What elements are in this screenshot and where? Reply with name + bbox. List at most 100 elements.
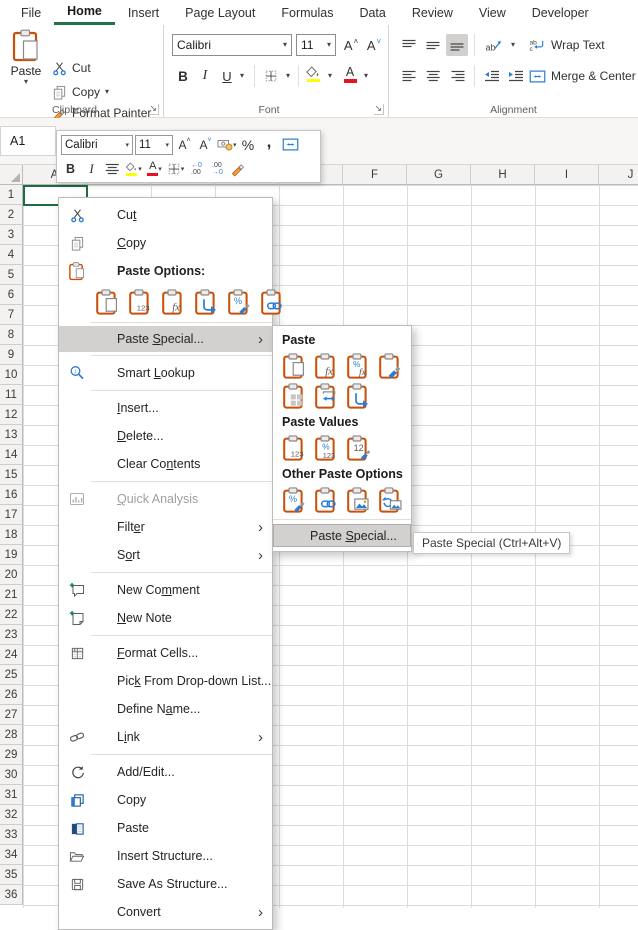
menu-item-paste-special-dialog[interactable]: Paste Special... <box>273 524 411 547</box>
paste-no-borders-button[interactable] <box>282 382 308 410</box>
menu-item-insert[interactable]: Insert... <box>59 394 272 422</box>
menu-item-new-comment[interactable]: New Comment <box>59 576 272 604</box>
row-header-2[interactable]: 2 <box>0 205 23 225</box>
menu-item-paste-options[interactable]: Paste Options: <box>59 257 272 285</box>
font-color-button[interactable]: A <box>340 63 360 85</box>
clipboard-dialog-launcher[interactable]: ↘ <box>149 104 159 115</box>
row-header-27[interactable]: 27 <box>0 705 23 725</box>
menu-item-pick-from-drop-down-list[interactable]: Pick From Drop-down List... <box>59 667 272 695</box>
merge-center-button[interactable] <box>281 135 300 155</box>
paste-values-number-formatting-button[interactable]: %123 <box>314 434 340 462</box>
paste-paste-button[interactable] <box>282 352 308 380</box>
row-header-7[interactable]: 7 <box>0 305 23 325</box>
column-header-I[interactable]: I <box>535 165 599 185</box>
font-name-select[interactable]: Calibri▾ <box>61 135 133 155</box>
row-header-32[interactable]: 32 <box>0 805 23 825</box>
row-header-15[interactable]: 15 <box>0 465 23 485</box>
row-header-21[interactable]: 21 <box>0 585 23 605</box>
row-header-36[interactable]: 36 <box>0 885 23 905</box>
align-right-button[interactable] <box>446 65 468 87</box>
paste-values-button[interactable]: 123 <box>282 434 308 462</box>
paste-linked-picture-button[interactable] <box>378 486 404 514</box>
orientation-menu-arrow[interactable]: ▾ <box>507 34 519 56</box>
paste-values-source-formatting-button[interactable]: 12 <box>346 434 372 462</box>
paste-paste-link-button[interactable] <box>314 486 340 514</box>
menu-item-format-cells[interactable]: Format Cells... <box>59 639 272 667</box>
paste-transpose-button[interactable] <box>346 382 372 410</box>
tab-insert[interactable]: Insert <box>115 0 172 25</box>
menu-item-insert-structure[interactable]: Insert Structure... <box>59 842 272 870</box>
bottom-align-button[interactable] <box>446 34 468 56</box>
wrap-text-button[interactable]: abc Wrap Text <box>529 34 605 56</box>
paste-keep-source-column-widths-button[interactable] <box>314 382 340 410</box>
cut-button[interactable]: Cut <box>52 57 91 79</box>
comma-style-button[interactable]: , <box>260 135 279 155</box>
font-name-select[interactable]: Calibri▾ <box>172 34 292 56</box>
tab-file[interactable]: File <box>8 0 54 25</box>
tab-page-layout[interactable]: Page Layout <box>172 0 268 25</box>
percent-style-button[interactable]: % <box>239 135 258 155</box>
tab-review[interactable]: Review <box>399 0 466 25</box>
fill-color-button[interactable]: ▾ <box>124 159 143 179</box>
decrease-font-size-button[interactable]: A˅ <box>363 34 385 56</box>
paste-formatting-button[interactable]: % <box>282 486 308 514</box>
font-color-button[interactable]: A▾ <box>145 159 164 179</box>
menu-item-new-note[interactable]: New Note <box>59 604 272 632</box>
row-header-28[interactable]: 28 <box>0 725 23 745</box>
paste-option-transpose-button[interactable] <box>195 288 219 316</box>
tab-formulas[interactable]: Formulas <box>268 0 346 25</box>
paste-button[interactable]: Paste ▾ <box>6 29 46 105</box>
row-header-5[interactable]: 5 <box>0 265 23 285</box>
paste-formulas-number-formatting-button[interactable]: %fx <box>346 352 372 380</box>
menu-item-link[interactable]: Link› <box>59 723 272 751</box>
font-size-select[interactable]: 11▾ <box>296 34 336 56</box>
bold-button[interactable]: B <box>174 65 192 87</box>
row-header-10[interactable]: 10 <box>0 365 23 385</box>
bold-button[interactable]: B <box>61 159 80 179</box>
row-header-30[interactable]: 30 <box>0 765 23 785</box>
menu-item-add-edit[interactable]: Add/Edit... <box>59 758 272 786</box>
row-header-24[interactable]: 24 <box>0 645 23 665</box>
accounting-format-button[interactable]: ▾ <box>217 135 237 155</box>
tab-home[interactable]: Home <box>54 0 115 25</box>
row-header-14[interactable]: 14 <box>0 445 23 465</box>
top-align-button[interactable] <box>398 34 420 56</box>
align-left-button[interactable] <box>398 65 420 87</box>
menu-item-copy[interactable]: Copy <box>59 229 272 257</box>
row-header-4[interactable]: 4 <box>0 245 23 265</box>
increase-font-size-button[interactable]: A˄ <box>175 135 194 155</box>
row-header-22[interactable]: 22 <box>0 605 23 625</box>
menu-item-copy-structure[interactable]: Copy <box>59 786 272 814</box>
row-header-16[interactable]: 16 <box>0 485 23 505</box>
fill-color-menu-arrow[interactable]: ▾ <box>324 65 336 87</box>
column-header-G[interactable]: G <box>407 165 471 185</box>
row-header-12[interactable]: 12 <box>0 405 23 425</box>
decrease-indent-button[interactable] <box>481 65 503 87</box>
paste-picture-button[interactable] <box>346 486 372 514</box>
row-header-9[interactable]: 9 <box>0 345 23 365</box>
menu-item-define-name[interactable]: Define Name... <box>59 695 272 723</box>
name-box[interactable]: A1 <box>0 126 56 156</box>
paste-option-paste-link-button[interactable] <box>261 288 285 316</box>
row-header-11[interactable]: 11 <box>0 385 23 405</box>
menu-item-clear-contents[interactable]: Clear Contents <box>59 450 272 478</box>
menu-item-sort[interactable]: Sort› <box>59 541 272 569</box>
italic-button[interactable]: I <box>82 159 101 179</box>
paste-keep-source-formatting-button[interactable] <box>378 352 404 380</box>
increase-indent-button[interactable] <box>505 65 527 87</box>
row-header-3[interactable]: 3 <box>0 225 23 245</box>
row-header-20[interactable]: 20 <box>0 565 23 585</box>
row-header-31[interactable]: 31 <box>0 785 23 805</box>
select-all-corner[interactable] <box>0 165 23 185</box>
row-header-34[interactable]: 34 <box>0 845 23 865</box>
borders-button[interactable] <box>260 65 282 87</box>
align-center-button[interactable] <box>103 159 122 179</box>
row-header-6[interactable]: 6 <box>0 285 23 305</box>
row-header-8[interactable]: 8 <box>0 325 23 345</box>
copy-button[interactable]: Copy ▾ <box>52 81 109 103</box>
font-size-select[interactable]: 11▾ <box>135 135 173 155</box>
decrease-font-size-button[interactable]: A˅ <box>196 135 215 155</box>
row-header-1[interactable]: 1 <box>0 185 23 205</box>
middle-align-button[interactable] <box>422 34 444 56</box>
paste-option-values-button[interactable]: 123 <box>129 288 153 316</box>
